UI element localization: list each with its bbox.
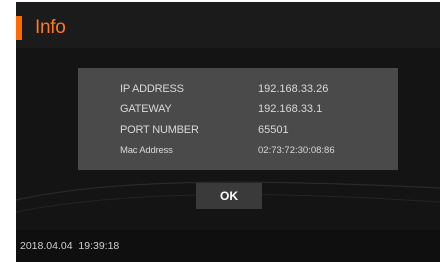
status-footer: 2018.04.04 19:39:18 — [16, 230, 440, 262]
info-row-ip-address: IP ADDRESS 192.168.33.26 — [78, 78, 398, 100]
info-row-gateway: GATEWAY 192.168.33.1 — [78, 98, 398, 120]
port-number-label: PORT NUMBER — [120, 124, 199, 136]
info-row-port-number: PORT NUMBER 65501 — [78, 119, 398, 141]
footer-datetime: 2018.04.04 19:39:18 — [20, 240, 120, 252]
ip-address-value: 192.168.33.26 — [258, 83, 329, 95]
ip-address-label: IP ADDRESS — [120, 83, 184, 95]
mac-address-value: 02:73:72:30:08:86 — [258, 145, 335, 156]
network-info-panel: IP ADDRESS 192.168.33.26 GATEWAY 192.168… — [78, 68, 398, 170]
gateway-value: 192.168.33.1 — [258, 103, 323, 115]
gateway-label: GATEWAY — [120, 103, 172, 115]
ok-button[interactable]: OK — [196, 183, 262, 209]
mac-address-label: Mac Address — [120, 145, 173, 156]
page-title: Info — [35, 17, 66, 38]
header-bar: Info — [16, 2, 440, 48]
device-screen: Info IP ADDRESS 192.168.33.26 GATEWAY 19… — [16, 2, 440, 262]
port-number-value: 65501 — [258, 124, 289, 136]
title-accent-bar — [16, 16, 22, 40]
info-row-mac-address: Mac Address 02:73:72:30:08:86 — [78, 140, 398, 162]
